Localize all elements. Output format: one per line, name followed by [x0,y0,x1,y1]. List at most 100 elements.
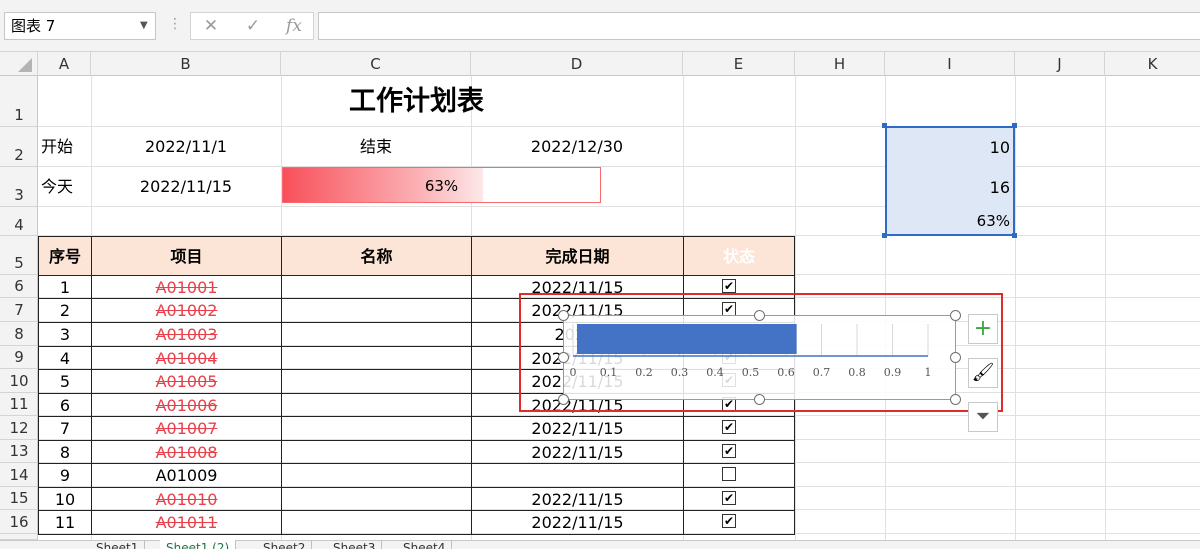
table-cell[interactable] [281,510,472,535]
table-cell[interactable] [281,487,472,511]
table-cell[interactable] [683,416,795,441]
row-header-3[interactable]: 3 [0,167,38,207]
chart-elements-button[interactable]: + [968,314,998,344]
table-cell[interactable] [683,463,795,488]
table-cell[interactable] [281,416,472,441]
row-header-16[interactable]: 16 [0,510,38,534]
chart-resize-handle[interactable] [754,394,765,405]
end-label: 结束 [359,137,392,156]
sheet-tab-5[interactable]: Sheet4 [397,540,453,549]
chart-styles-button[interactable]: 🖌 [968,358,998,388]
completion-date [471,463,684,487]
row-header-6[interactable]: 6 [0,275,38,298]
chart-tick-label: 0.8 [848,366,866,379]
chart-resize-handle[interactable] [558,394,569,405]
range-handle-top-right[interactable] [1012,123,1017,128]
paintbrush-icon: 🖌 [971,362,995,383]
status-checkbox[interactable]: ✔ [722,444,736,458]
cell-i4[interactable]: 63% [885,210,1010,233]
progress-bar[interactable]: 63% [282,167,601,203]
header-name[interactable]: 名称 [281,236,472,276]
table-cell[interactable] [281,275,472,299]
status-checkbox[interactable] [722,467,736,481]
cell-i3[interactable]: 16 [885,176,1010,199]
item-code: A01007 [155,419,218,438]
chart-bar[interactable] [577,324,797,354]
enter-icon[interactable]: ✓ [238,12,268,40]
insert-function-icon[interactable]: fx [279,12,309,40]
column-header-h[interactable]: H [795,52,885,76]
row-header-14[interactable]: 14 [0,463,38,487]
chart-tick-label: 0 [570,366,577,379]
row-header-5[interactable]: 5 [0,236,38,275]
cancel-icon[interactable]: ✕ [196,12,226,40]
row-header-1[interactable]: 1 [0,76,38,127]
chart-resize-handle[interactable] [754,310,765,321]
header-date[interactable]: 完成日期 [471,236,684,276]
status-checkbox[interactable]: ✔ [722,514,736,528]
table-cell[interactable] [281,463,472,488]
status-checkbox[interactable]: ✔ [722,279,736,293]
sheet-tab-2[interactable]: Sheet1 (2) [160,540,237,549]
progress-chart[interactable]: 0 0.1 0.2 0.3 0.4 0.5 0.6 0.7 0.8 0.9 1 [563,315,956,400]
row-header-8[interactable]: 8 [0,322,38,346]
start-date[interactable]: 2022/11/1 [91,135,281,158]
range-fill-handle[interactable] [1012,233,1017,238]
chart-tick-label: 0.4 [706,366,724,379]
table-cell[interactable] [683,510,795,535]
name-box[interactable]: 图表 7 [4,12,156,40]
row-header-15[interactable]: 15 [0,487,38,510]
table-cell[interactable] [683,440,795,464]
item-code: A01005 [155,372,218,391]
table-cell[interactable] [281,322,472,347]
header-status[interactable]: 状态 [683,236,795,276]
chart-resize-handle[interactable] [558,352,569,363]
today-date[interactable]: 2022/11/15 [91,175,281,198]
item-code: A01008 [155,443,218,462]
end-date[interactable]: 2022/12/30 [471,135,683,158]
plus-icon: + [973,316,993,341]
row-header-10[interactable]: 10 [0,369,38,393]
chart-resize-handle[interactable] [950,394,961,405]
range-handle-top-left[interactable] [882,123,887,128]
sheet-tab-1[interactable]: Sheet1 [90,540,146,549]
header-no[interactable]: 序号 [38,236,92,276]
column-header-i[interactable]: I [885,52,1015,76]
column-header-k[interactable]: K [1105,52,1200,76]
row-header-9[interactable]: 9 [0,346,38,369]
formula-input[interactable] [318,12,1200,40]
table-cell[interactable] [281,298,472,323]
chart-filters-button[interactable]: ⏷ [968,402,998,432]
table-cell[interactable] [281,440,472,464]
chart-resize-handle[interactable] [950,352,961,363]
cell-i2[interactable]: 10 [885,136,1010,159]
row-header-2[interactable]: 2 [0,127,38,167]
header-item[interactable]: 项目 [91,236,282,276]
status-checkbox[interactable]: ✔ [722,420,736,434]
row-header-13[interactable]: 13 [0,440,38,463]
column-header-a[interactable]: A [38,52,91,76]
column-header-d[interactable]: D [471,52,683,76]
range-handle-bottom-left[interactable] [882,233,887,238]
row-header-4[interactable]: 4 [0,207,38,236]
row-header-7[interactable]: 7 [0,298,38,322]
sheet-title: 工作计划表 [349,86,484,117]
status-checkbox[interactable]: ✔ [722,491,736,505]
row-header-12[interactable]: 12 [0,416,38,440]
sheet-tab-3[interactable]: Sheet2 [257,540,313,549]
row-header-11[interactable]: 11 [0,393,38,416]
row-number: 5 [59,372,71,391]
table-cell[interactable] [683,487,795,511]
table-cell[interactable] [281,393,472,417]
sheet-tab-4[interactable]: Sheet3 [327,540,383,549]
table-cell[interactable] [281,369,472,394]
table-cell[interactable] [281,346,472,370]
chart-resize-handle[interactable] [950,310,961,321]
column-header-c[interactable]: C [281,52,471,76]
chart-resize-handle[interactable] [558,310,569,321]
column-header-j[interactable]: J [1015,52,1105,76]
column-header-e[interactable]: E [683,52,795,76]
name-box-dropdown-icon[interactable]: ▼ [140,12,148,40]
completion-date: 2022/11/15 [531,490,624,509]
column-header-b[interactable]: B [91,52,281,76]
